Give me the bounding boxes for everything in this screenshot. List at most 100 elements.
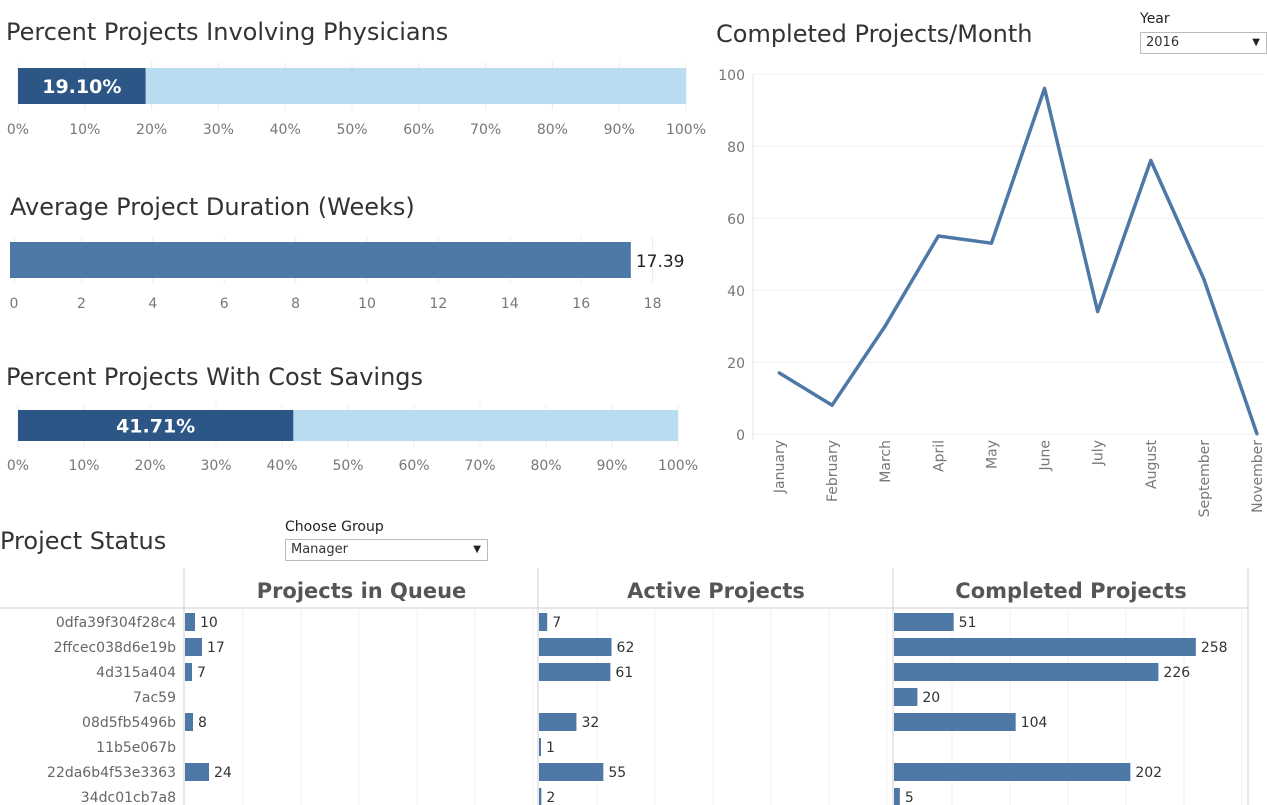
duration-value-label: 17.39 — [636, 252, 685, 272]
duration-tick-label: 8 — [291, 296, 300, 312]
cost-savings-tick-label: 50% — [332, 458, 363, 474]
line-chart-point — [1149, 158, 1153, 162]
status-panel-header: Active Projects — [627, 579, 805, 603]
line-chart-point — [1096, 310, 1100, 314]
status-bar-label: 55 — [608, 765, 626, 781]
status-bar-label: 24 — [214, 765, 232, 781]
completed-month-title: Completed Projects/Month — [716, 20, 1033, 48]
status-bar-label: 20 — [922, 690, 940, 706]
line-chart-x-label: September — [1197, 440, 1213, 518]
year-dropdown[interactable]: 2016 ▼ — [1140, 32, 1267, 54]
physicians-tick-label: 100% — [666, 122, 706, 138]
year-filter-label: Year — [1140, 11, 1170, 27]
status-row-label: 11b5e067b — [96, 740, 176, 756]
group-dropdown-value: Manager — [291, 542, 348, 557]
duration-tick-label: 12 — [429, 296, 447, 312]
duration-tick-label: 0 — [10, 296, 19, 312]
status-row-label: 2ffcec038d6e19b — [54, 640, 177, 656]
year-dropdown-value: 2016 — [1146, 35, 1180, 50]
status-row-label: 7ac59 — [133, 690, 176, 706]
status-bar — [894, 713, 1016, 731]
line-chart-x-label: November — [1250, 440, 1266, 513]
line-chart-x-label: January — [772, 440, 788, 494]
duration-tick-label: 14 — [501, 296, 519, 312]
line-chart-point — [883, 324, 887, 328]
status-bar-label: 8 — [198, 715, 207, 731]
status-bar — [539, 713, 577, 731]
line-chart-y-tick: 20 — [727, 356, 745, 372]
status-bar-label: 2 — [546, 790, 555, 805]
status-row-label: 34dc01cb7a8 — [81, 790, 176, 805]
line-chart-y-tick: 60 — [727, 212, 745, 228]
physicians-title: Percent Projects Involving Physicians — [6, 18, 449, 46]
project-status-title: Project Status — [0, 527, 167, 555]
line-chart-point — [1043, 86, 1047, 90]
duration-tick-label: 6 — [220, 296, 229, 312]
line-chart-point — [936, 234, 940, 238]
physicians-value-label: 19.10% — [42, 76, 121, 98]
status-bar — [539, 638, 612, 656]
status-bar — [185, 713, 193, 731]
physicians-tick-label: 10% — [69, 122, 100, 138]
status-row-label: 08d5fb5496b — [82, 715, 176, 731]
status-bar — [185, 763, 209, 781]
status-bar — [894, 663, 1159, 681]
chevron-down-icon: ▼ — [1252, 37, 1260, 48]
duration-tick-label: 18 — [644, 296, 662, 312]
group-filter-label: Choose Group — [285, 519, 384, 535]
line-chart-point — [1255, 432, 1259, 436]
status-bar — [185, 638, 202, 656]
line-chart-x-label: April — [931, 440, 947, 472]
physicians-tick-label: 50% — [336, 122, 367, 138]
status-bar — [894, 788, 900, 805]
physicians-tick-label: 70% — [470, 122, 501, 138]
line-chart-y-tick: 0 — [736, 428, 745, 444]
status-bar — [539, 613, 548, 631]
cost-savings-bullet-chart: 41.71% 0% 10% 20% 30% 40% 50% 60% 70% 80% 90% 100% — [7, 404, 698, 474]
status-bar-label: 61 — [615, 665, 633, 681]
status-bar — [539, 663, 611, 681]
status-bar — [539, 738, 541, 756]
cost-savings-tick-label: 100% — [658, 458, 698, 474]
line-chart-x-label: June — [1038, 440, 1054, 472]
duration-tick-label: 4 — [148, 296, 157, 312]
status-bar — [894, 638, 1196, 656]
duration-bar-chart: 0 2 4 6 8 10 12 14 16 18 17.39 — [10, 237, 685, 312]
status-bar — [894, 763, 1131, 781]
physicians-tick-label: 60% — [403, 122, 434, 138]
status-bar-label: 7 — [552, 615, 561, 631]
status-bar — [539, 788, 542, 805]
status-bar-label: 62 — [617, 640, 635, 656]
status-bar — [894, 688, 918, 706]
cost-savings-tick-label: 30% — [200, 458, 231, 474]
line-chart-y-tick: 80 — [727, 140, 745, 156]
chevron-down-icon: ▼ — [473, 544, 481, 555]
status-panel-header: Completed Projects — [955, 579, 1186, 603]
status-bar-label: 17 — [207, 640, 225, 656]
status-bar-label: 7 — [197, 665, 206, 681]
status-panel-header: Projects in Queue — [257, 579, 467, 603]
cost-savings-tick-label: 70% — [464, 458, 495, 474]
cost-savings-tick-label: 90% — [596, 458, 627, 474]
physicians-tick-label: 40% — [270, 122, 301, 138]
cost-savings-tick-label: 60% — [398, 458, 429, 474]
cost-savings-tick-label: 10% — [68, 458, 99, 474]
status-bar-label: 1 — [546, 740, 555, 756]
status-row-label: 4d315a404 — [96, 665, 176, 681]
physicians-tick-label: 80% — [537, 122, 568, 138]
cost-savings-tick-label: 80% — [530, 458, 561, 474]
completed-per-month-line-chart: 0 20 40 60 80 100 January February March April May… — [718, 68, 1266, 518]
physicians-tick-label: 30% — [203, 122, 234, 138]
status-bar-label: 202 — [1135, 765, 1162, 781]
physicians-tick-label: 90% — [604, 122, 635, 138]
cost-savings-tick-label: 40% — [266, 458, 297, 474]
project-status-bar-chart: Projects in Queue10177824Active Projects… — [0, 568, 1249, 805]
duration-tick-label: 2 — [77, 296, 86, 312]
line-chart-x-label: July — [1091, 440, 1107, 466]
line-chart-x-label: August — [1144, 439, 1160, 489]
group-dropdown[interactable]: Manager ▼ — [285, 539, 488, 561]
duration-title: Average Project Duration (Weeks) — [10, 193, 415, 221]
status-row-label: 0dfa39f304f28c4 — [56, 615, 176, 631]
status-bar-label: 104 — [1021, 715, 1048, 731]
status-bar-label: 51 — [959, 615, 977, 631]
